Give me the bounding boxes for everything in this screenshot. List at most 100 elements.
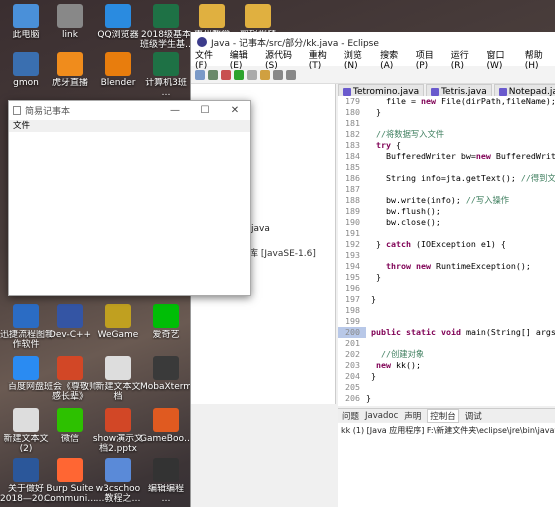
bottom-tab-3[interactable]: 控制台 bbox=[427, 408, 459, 423]
wechat-icon bbox=[57, 408, 83, 432]
desktop-icon-huya[interactable]: 虎牙直播 bbox=[44, 52, 96, 88]
minimize-button[interactable]: — bbox=[160, 105, 190, 116]
code-line: 206} bbox=[338, 393, 555, 404]
code-line: 188 bw.write(info); //写入操作 bbox=[338, 195, 555, 206]
notepad-text-area[interactable] bbox=[9, 132, 250, 295]
desktop-icon-ppt[interactable]: show演示文 档2.pptx bbox=[92, 408, 144, 454]
desktop-icon-blender[interactable]: Blender bbox=[92, 52, 144, 88]
menu-item-5[interactable]: 搜索(A) bbox=[380, 48, 410, 71]
line-number: 181 bbox=[345, 118, 360, 128]
ppt-icon bbox=[57, 356, 83, 380]
line-number: 186 bbox=[345, 173, 360, 183]
new-icon[interactable] bbox=[195, 69, 205, 80]
menu-item-1[interactable]: 编辑(E) bbox=[230, 48, 259, 71]
line-number: 190 bbox=[345, 217, 360, 227]
link-icon bbox=[57, 4, 83, 28]
desktop-icon-label: Burp Suite Communi… bbox=[44, 484, 96, 504]
desktop-icon-label: 编辑编程 … bbox=[147, 484, 184, 504]
code-line: 200 public static void main(String[] arg… bbox=[338, 327, 555, 338]
desktop-icon-excel[interactable]: 计算机3班 … bbox=[140, 52, 192, 98]
menu-item-3[interactable]: 重构(T) bbox=[309, 48, 338, 71]
explorer-item-jre[interactable]: 库 [JavaSE-1.6] bbox=[249, 246, 316, 259]
desktop-icon-devcpp[interactable]: Dev-C++ bbox=[44, 304, 96, 340]
menu-file[interactable]: 文件 bbox=[13, 121, 30, 131]
maximize-button[interactable]: ☐ bbox=[190, 105, 220, 116]
forward-icon[interactable] bbox=[286, 69, 296, 80]
huya-icon bbox=[57, 52, 83, 76]
code-line: 198 bbox=[338, 305, 555, 316]
desktop-icon-label: 虎牙直播 bbox=[51, 78, 88, 88]
code-line: 201 bbox=[338, 338, 555, 349]
desktop-icon-excel[interactable]: 2018级基本 班级学生基… bbox=[140, 4, 192, 50]
notepad-window: 简易记事本 — ☐ ✕ 文件 bbox=[8, 100, 251, 296]
notepad-app-icon bbox=[13, 106, 21, 115]
desktop-icon-label: 班会《尊敬师 感长辈》 bbox=[44, 382, 96, 402]
bottom-tab-0[interactable]: 问题 bbox=[342, 410, 359, 422]
eclipse-menubar: 文件(F) 编辑(E) 源代码(S) 重构(T) 浏览(N) 搜索(A) 项目(P) 运行(R… bbox=[191, 51, 555, 71]
code-line: 203 new kk(); bbox=[338, 360, 555, 371]
code-text: } bbox=[366, 107, 381, 117]
menu-item-7[interactable]: 运行(R) bbox=[451, 48, 481, 71]
run-icon[interactable] bbox=[234, 69, 244, 80]
console-output[interactable]: kk (1) [Java 应用程序] F:\新建文件夹\eclipse\jre\… bbox=[338, 423, 555, 507]
back-icon[interactable] bbox=[273, 69, 283, 80]
desktop-icon-cfp[interactable]: 编辑编程 … bbox=[140, 458, 192, 504]
line-number: 184 bbox=[345, 151, 360, 161]
bottom-tab-2[interactable]: 声明 bbox=[404, 410, 421, 422]
desktop-icon-ppt[interactable]: 班会《尊敬师 感长辈》 bbox=[44, 356, 96, 402]
save-icon[interactable] bbox=[208, 69, 218, 80]
desktop-icon-label: 微信 bbox=[60, 434, 79, 444]
menu-item-2[interactable]: 源代码(S) bbox=[265, 48, 303, 71]
open-icon[interactable] bbox=[260, 69, 270, 80]
desktop-icon-label: 爱奇艺 bbox=[152, 330, 180, 340]
console-line: kk (1) [Java 应用程序] F:\新建文件夹\eclipse\jre\… bbox=[341, 426, 555, 435]
line-number: 199 bbox=[345, 316, 360, 326]
devcpp-icon bbox=[57, 304, 83, 328]
desktop-icon-iqiyi[interactable]: 爱奇艺 bbox=[140, 304, 192, 340]
line-number: 192 bbox=[345, 239, 360, 249]
line-number: 205 bbox=[345, 382, 360, 392]
bottom-tab-1[interactable]: Javadoc bbox=[365, 411, 398, 421]
code-line: 202 //创建对象 bbox=[338, 349, 555, 360]
code-text: } catch (IOException e1) { bbox=[366, 239, 506, 249]
desktop-icon-link[interactable]: link bbox=[44, 4, 96, 40]
search-icon[interactable] bbox=[247, 69, 257, 80]
desktop-icon-qq-browser[interactable]: QQ浏览器 bbox=[92, 4, 144, 40]
menu-item-9[interactable]: 帮助(H) bbox=[525, 48, 555, 71]
line-number: 187 bbox=[345, 184, 360, 194]
desktop-icon-burp[interactable]: Burp Suite Communi… bbox=[44, 458, 96, 504]
desktop-icon-label: w3cschoo …教程之… bbox=[95, 484, 141, 504]
explorer-item-java[interactable]: java bbox=[251, 224, 270, 234]
code-text: String info=jta.getText(); //得到文本 bbox=[366, 173, 555, 183]
line-number: 198 bbox=[345, 305, 360, 315]
excel-icon bbox=[153, 4, 179, 28]
desktop-icon-wechat[interactable]: 微信 bbox=[44, 408, 96, 444]
menu-item-0[interactable]: 文件(F) bbox=[195, 48, 224, 71]
desktop-icon-mobaxterm[interactable]: MobaXterm bbox=[140, 356, 192, 392]
bottom-tab-4[interactable]: 调试 bbox=[465, 410, 482, 422]
code-line: 204 } bbox=[338, 371, 555, 382]
code-line: 179 file = new File(dirPath,fileName); bbox=[338, 96, 555, 107]
menu-item-6[interactable]: 项目(P) bbox=[416, 48, 445, 71]
desktop-icon-chm[interactable]: w3cschoo …教程之… bbox=[92, 458, 144, 504]
line-number: 202 bbox=[345, 349, 360, 359]
code-line: 192 } catch (IOException e1) { bbox=[338, 239, 555, 250]
code-line: 184 BufferedWriter bw=new BufferedWriter… bbox=[338, 151, 555, 162]
close-button[interactable]: ✕ bbox=[220, 105, 250, 116]
notepad-titlebar[interactable]: 简易记事本 — ☐ ✕ bbox=[9, 101, 250, 120]
excel-icon bbox=[153, 52, 179, 76]
code-line: 191 bbox=[338, 228, 555, 239]
menu-item-8[interactable]: 窗口(W) bbox=[486, 48, 518, 71]
code-text: BufferedWriter bw=new BufferedWriter( bbox=[366, 151, 555, 161]
debug-icon[interactable] bbox=[221, 69, 231, 80]
desktop-icon-gameboost[interactable]: GameBoo… bbox=[140, 408, 192, 444]
code-text: bw.write(info); //写入操作 bbox=[366, 195, 510, 205]
desktop-icon-label: link bbox=[62, 30, 78, 40]
menu-item-4[interactable]: 浏览(N) bbox=[344, 48, 374, 71]
desktop-icon-wegame[interactable]: WeGame bbox=[92, 304, 144, 340]
code-editor[interactable]: 179 file = new File(dirPath,fileName); 18… bbox=[338, 96, 555, 406]
desktop-icon-text-file[interactable]: 新建文本文 档 bbox=[92, 356, 144, 402]
code-text: } bbox=[366, 393, 371, 403]
blender-icon bbox=[105, 52, 131, 76]
desktop-icon-label: show演示文 档2.pptx bbox=[92, 434, 144, 454]
